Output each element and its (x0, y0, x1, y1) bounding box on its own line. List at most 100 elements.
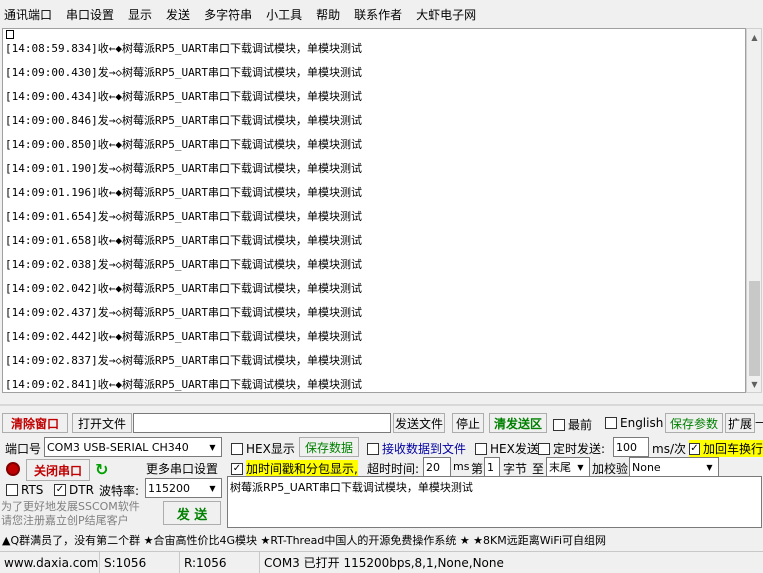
timestamp-label: 加时间戳和分包显示, (246, 460, 358, 477)
chevron-down-icon: ▼ (577, 462, 584, 472)
recv-to-file-label: 接收数据到文件 (382, 442, 467, 456)
sent-count: S:1056 (100, 552, 180, 573)
received-count: R:1056 (180, 552, 260, 573)
port-select[interactable]: COM3 USB-SERIAL CH340 ▼ (44, 437, 222, 457)
hex-send-checkbox[interactable]: HEX发送 (475, 440, 539, 457)
clear-window-button[interactable]: 清除窗口 (2, 413, 68, 433)
log-row: [14:09:00.846]发→◇树莓派RP5_UART串口下载调试模块，单模块… (5, 114, 362, 127)
append-newline-label: 加回车换行 (702, 442, 763, 456)
timeout-label: 超时时间: (367, 462, 420, 476)
log-scrollbar[interactable]: ▲ ▼ (746, 28, 762, 393)
checksum-select-value: None (632, 460, 661, 474)
hex-display-checkbox[interactable]: HEX显示 (231, 440, 295, 457)
menu-item[interactable]: 联系作者 (354, 6, 402, 23)
open-file-button[interactable]: 打开文件 (72, 413, 132, 433)
file-path-input[interactable] (133, 413, 391, 433)
promo-line-1: 为了更好地发展SSCOM软件 (1, 500, 140, 513)
english-checkbox[interactable]: English (605, 416, 663, 430)
log-row: [14:09:01.190]发→◇树莓派RP5_UART串口下载调试模块，单模块… (5, 162, 362, 175)
expand-button[interactable]: 扩展 (725, 413, 755, 433)
save-data-button[interactable]: 保存数据 (299, 437, 359, 457)
port-status-text: COM3 已打开 115200bps,8,1,None,None (264, 556, 504, 570)
close-port-button[interactable]: 关闭串口 (26, 459, 90, 481)
log-row: [14:09:02.837]发→◇树莓派RP5_UART串口下载调试模块，单模块… (5, 354, 362, 367)
menu-item[interactable]: 通讯端口 (4, 6, 52, 23)
promo-line-2: 请您注册嘉立创P结尾客户 (1, 514, 129, 527)
byte-label-post: 字节 (503, 462, 528, 476)
clear-send-button[interactable]: 清发送区 (489, 413, 547, 433)
rts-label: RTS (21, 483, 44, 497)
always-on-top-checkbox[interactable]: 最前 (553, 416, 592, 433)
log-row: [14:09:00.434]收←◆树莓派RP5_UART串口下载调试模块，单模块… (5, 90, 362, 103)
chevron-down-icon: ▼ (209, 483, 216, 493)
log-row: [14:09:02.841]收←◆树莓派RP5_UART串口下载调试模块，单模块… (5, 378, 362, 391)
log-row: [14:09:00.850]收←◆树莓派RP5_UART串口下载调试模块，单模块… (5, 138, 362, 151)
timeout-input[interactable]: 20 (423, 457, 451, 477)
log-row: [14:09:02.442]收←◆树莓派RP5_UART串口下载调试模块，单模块… (5, 330, 362, 343)
timeout-unit: ms (453, 460, 470, 473)
hex-display-label: HEX显示 (246, 442, 295, 456)
timed-send-checkbox[interactable]: 定时发送: (538, 440, 605, 457)
send-file-button[interactable]: 发送文件 (393, 413, 445, 433)
status-bar: www.daxia.com S:1056 R:1056 COM3 已打开 115… (0, 551, 763, 573)
log-row: [14:09:02.038]发→◇树莓派RP5_UART串口下载调试模块，单模块… (5, 258, 362, 271)
scroll-up-icon[interactable]: ▲ (747, 29, 762, 45)
log-row: [14:09:01.654]发→◇树莓派RP5_UART串口下载调试模块，单模块… (5, 210, 362, 223)
port-label: 端口号 (5, 442, 42, 456)
timestamp-checkbox[interactable]: ✓ 加时间戳和分包显示, (231, 460, 358, 477)
dtr-label: DTR (69, 483, 94, 497)
hex-send-label: HEX发送 (490, 442, 539, 456)
to-select-value: 末尾 (549, 461, 571, 474)
save-params-button[interactable]: 保存参数 (665, 413, 723, 433)
recv-to-file-checkbox[interactable]: 接收数据到文件 (367, 440, 466, 457)
english-label: English (620, 416, 664, 430)
splitter[interactable] (0, 404, 763, 406)
byte-index-input[interactable]: 1 (484, 457, 500, 477)
log-row: [14:09:00.430]发→◇树莓派RP5_UART串口下载调试模块，单模块… (5, 66, 362, 79)
chevron-down-icon: ▼ (209, 442, 216, 452)
scroll-down-icon[interactable]: ▼ (747, 376, 762, 392)
stop-button[interactable]: 停止 (452, 413, 484, 433)
menu-item[interactable]: 帮助 (316, 6, 340, 23)
byte-label-pre: 第 (471, 462, 484, 476)
port-status-led-icon (6, 462, 20, 476)
to-select[interactable]: 末尾 ▼ (546, 457, 590, 477)
append-newline-checkbox[interactable]: ✓ 加回车换行 (689, 440, 763, 457)
to-label: 至 (532, 462, 545, 476)
menu-item[interactable]: 显示 (128, 6, 152, 23)
ticker[interactable]: ▲Q群满员了，没有第二个群 ★合宙高性价比4G模块 ★RT-Thread中国人的… (0, 531, 763, 549)
rts-checkbox[interactable]: RTS (6, 483, 43, 497)
interval-unit: ms/次 (652, 442, 686, 456)
expand-arrow-icon: — (755, 415, 763, 429)
chevron-down-icon: ▼ (706, 462, 713, 472)
menu-item[interactable]: 多字符串 (204, 6, 252, 23)
menu-item[interactable]: 发送 (166, 6, 190, 23)
receive-log[interactable]: [14:08:59.834]收←◆树莓派RP5_UART串口下载调试模块，单模块… (2, 28, 746, 393)
scroll-thumb[interactable] (749, 281, 760, 376)
menu-item[interactable]: 串口设置 (66, 6, 114, 23)
log-row: [14:09:01.196]收←◆树莓派RP5_UART串口下载调试模块，单模块… (5, 186, 362, 199)
menu-bar: 通讯端口 串口设置 显示 发送 多字符串 小工具 帮助 联系作者 大虾电子网 (0, 0, 763, 28)
menu-item[interactable]: 大虾电子网 (416, 6, 476, 23)
website-link[interactable]: www.daxia.com (0, 552, 100, 573)
log-row: [14:09:02.437]发→◇树莓派RP5_UART串口下载调试模块，单模块… (5, 306, 362, 319)
menu-item[interactable]: 小工具 (266, 6, 302, 23)
baud-label: 波特率: (99, 484, 140, 498)
baud-select[interactable]: 115200 ▼ (145, 478, 222, 498)
checksum-label: 加校验 (592, 462, 629, 476)
send-button[interactable]: 发 送 (163, 501, 221, 525)
timed-send-label: 定时发送: (553, 442, 606, 456)
dtr-checkbox[interactable]: ✓ DTR (54, 483, 94, 497)
interval-input[interactable]: 100 (613, 437, 649, 457)
log-marker-icon (6, 30, 14, 39)
log-row: [14:09:01.658]收←◆树莓派RP5_UART串口下载调试模块，单模块… (5, 234, 362, 247)
always-on-top-label: 最前 (568, 418, 593, 432)
checksum-select[interactable]: None ▼ (629, 457, 719, 477)
promo-text: 为了更好地发展SSCOM软件 请您注册嘉立创P结尾客户 (1, 500, 161, 530)
port-select-value: COM3 USB-SERIAL CH340 (47, 440, 189, 454)
refresh-icon[interactable]: ↻ (95, 460, 108, 479)
log-row: [14:09:02.042]收←◆树莓派RP5_UART串口下载调试模块，单模块… (5, 282, 362, 295)
log-row: [14:08:59.834]收←◆树莓派RP5_UART串口下载调试模块，单模块… (5, 42, 362, 55)
send-textarea[interactable]: 树莓派RP5_UART串口下载调试模块，单模块测试 (227, 476, 762, 528)
more-settings-link[interactable]: 更多串口设置 (146, 460, 218, 477)
